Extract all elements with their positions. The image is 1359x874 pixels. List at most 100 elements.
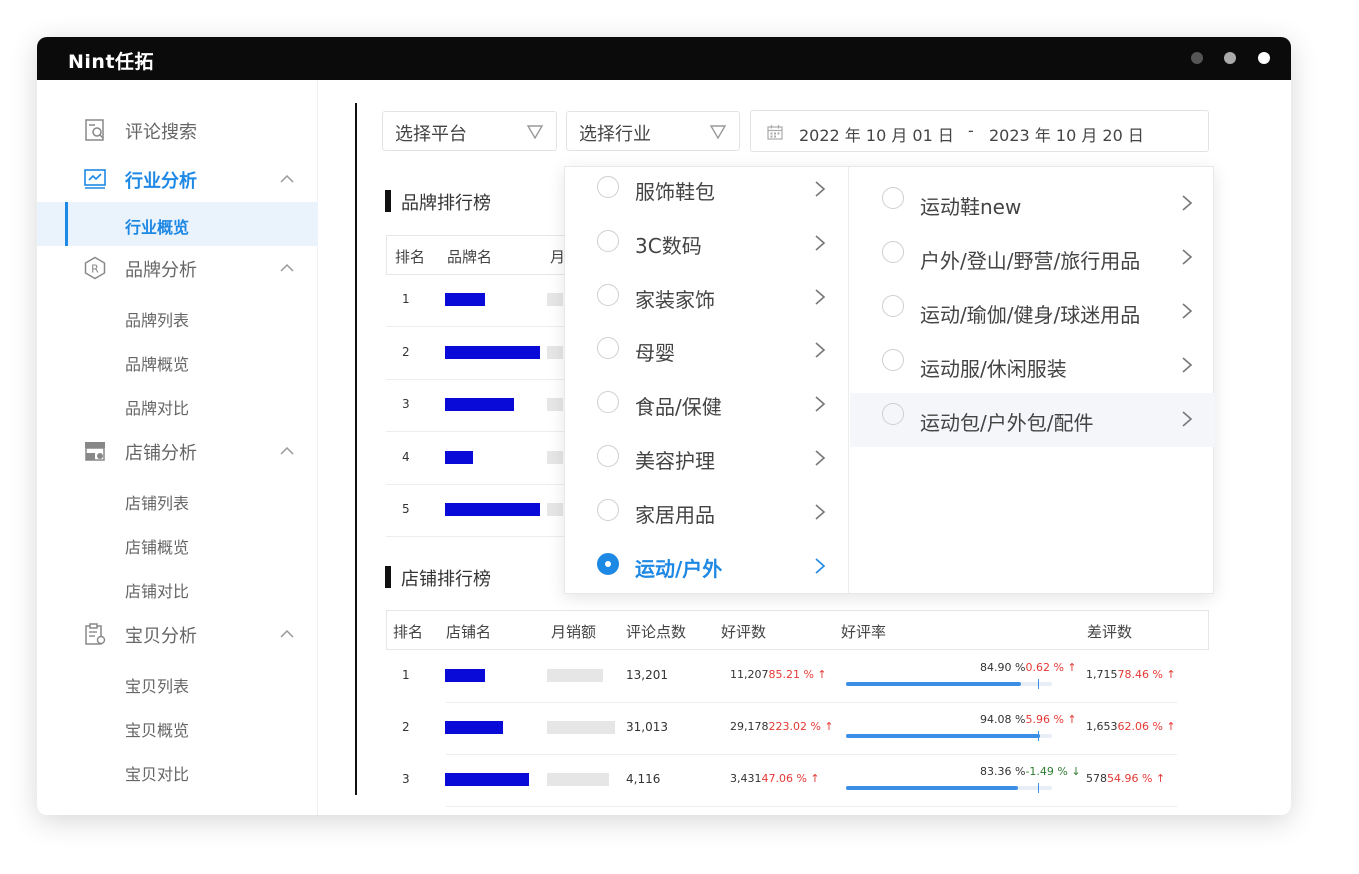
sidebar-item-4-1[interactable]: 宝贝概览 bbox=[37, 705, 318, 749]
radio-button[interactable] bbox=[882, 403, 904, 425]
industry-option-label: 3C数码 bbox=[635, 233, 702, 258]
date-range-picker[interactable]: 2022 年 10 月 01 日 - 2023 年 10 月 20 日 bbox=[750, 110, 1209, 152]
industry-option-4[interactable]: 食品/保健 bbox=[565, 382, 849, 436]
sidebar-item-label: 宝贝概览 bbox=[125, 721, 190, 740]
subindustry-option-4[interactable]: 运动包/户外包/配件 bbox=[850, 393, 1215, 447]
store-header-3: 评论点数 bbox=[626, 623, 687, 641]
sidebar-item-1-0[interactable]: 行业概览 bbox=[37, 202, 318, 246]
bad-count: 1,653 bbox=[1086, 720, 1118, 733]
window-dot-1[interactable] bbox=[1191, 52, 1203, 64]
subindustry-option-0[interactable]: 运动鞋new bbox=[850, 177, 1215, 231]
industry-option-5[interactable]: 美容护理 bbox=[565, 436, 849, 490]
store-table-row[interactable]: 2 31,013 29,178223.02 % ↑ 94.08 %5.96 % ↑ 1,… bbox=[386, 703, 1209, 755]
industry-option-6[interactable]: 家居用品 bbox=[565, 490, 849, 544]
subindustry-option-label: 运动包/户外包/配件 bbox=[920, 411, 1094, 435]
subindustry-option-label: 运动鞋new bbox=[920, 195, 1022, 219]
brand-table-row[interactable]: 1 bbox=[386, 275, 576, 327]
sidebar-group-4[interactable]: 宝贝分析 bbox=[37, 612, 318, 656]
sidebar-item-2-1[interactable]: 品牌概览 bbox=[37, 339, 318, 383]
store-header-4: 好评数 bbox=[721, 623, 767, 641]
sidebar-item-3-0[interactable]: 店铺列表 bbox=[37, 478, 318, 522]
sidebar-group-1[interactable]: 行业分析 bbox=[37, 157, 318, 201]
brand-table-row[interactable]: 4 bbox=[386, 433, 576, 485]
brand-sales-redacted bbox=[547, 398, 563, 411]
bad-count-cell: 1,71578.46 % ↑ bbox=[1086, 668, 1176, 681]
sidebar-group-label: 评论搜索 bbox=[125, 122, 197, 143]
industry-option-2[interactable]: 家装家饰 bbox=[565, 275, 849, 329]
rank-cell: 4 bbox=[402, 449, 410, 464]
brand-table-row[interactable]: 2 bbox=[386, 328, 576, 380]
industry-category-list: 服饰鞋包 3C数码家装家饰 母婴 食品/保健 美容护理 家居用品 运动/户外 bbox=[565, 167, 849, 595]
good-rate-bar bbox=[846, 734, 1052, 738]
radio-button[interactable] bbox=[882, 187, 904, 209]
chevron-right-icon bbox=[1182, 357, 1193, 373]
brand-header-0: 排名 bbox=[395, 248, 426, 266]
industry-option-7[interactable]: 运动/户外 bbox=[565, 544, 849, 598]
content-divider bbox=[355, 103, 357, 795]
sidebar-group-3[interactable]: 店铺分析 bbox=[37, 429, 318, 473]
sidebar-item-2-0[interactable]: 品牌列表 bbox=[37, 295, 318, 339]
sidebar-item-4-2[interactable]: 宝贝对比 bbox=[37, 749, 318, 793]
store-table-row[interactable]: 1 13,201 11,20785.21 % ↑ 84.90 %0.62 % ↑ 1,7… bbox=[386, 651, 1209, 703]
brand-name-redacted bbox=[445, 293, 485, 306]
good-rate-bar bbox=[846, 682, 1052, 686]
sidebar-group-2[interactable]: R 品牌分析 bbox=[37, 246, 318, 290]
triangle-down-icon bbox=[526, 125, 544, 140]
subindustry-option-label: 运动服/休闲服装 bbox=[920, 357, 1067, 381]
platform-select-label: 选择平台 bbox=[395, 124, 467, 145]
rank-cell: 3 bbox=[402, 397, 410, 411]
subindustry-option-label: 户外/登山/野营/旅行用品 bbox=[920, 249, 1141, 273]
sidebar-item-label: 店铺概览 bbox=[125, 538, 190, 557]
sidebar-group-0[interactable]: 评论搜索 bbox=[37, 108, 318, 152]
radio-button[interactable] bbox=[597, 445, 619, 467]
good-rate: 83.36 % bbox=[980, 765, 1026, 778]
chevron-right-icon bbox=[815, 557, 826, 574]
sidebar-item-label: 行业概览 bbox=[125, 218, 190, 237]
brand-table-row[interactable]: 3 bbox=[386, 380, 576, 432]
good-count: 29,178 bbox=[730, 720, 769, 733]
radio-button[interactable] bbox=[882, 295, 904, 317]
radio-button[interactable] bbox=[597, 391, 619, 414]
window-dot-2[interactable] bbox=[1224, 52, 1236, 64]
industry-select[interactable]: 选择行业 bbox=[566, 111, 740, 151]
sidebar-item-label: 品牌列表 bbox=[125, 311, 190, 330]
store-table-row[interactable]: 3 4,116 3,43147.06 % ↑ 83.36 %-1.49 % ↓ 5785… bbox=[386, 755, 1209, 807]
bad-count-cell: 57854.96 % ↑ bbox=[1086, 772, 1165, 785]
store-name-redacted bbox=[445, 721, 503, 734]
radio-button[interactable] bbox=[597, 283, 619, 306]
good-rate-cell: 84.90 %0.62 % ↑ bbox=[980, 661, 1077, 674]
brand-name-redacted bbox=[445, 503, 540, 516]
sidebar-item-2-2[interactable]: 品牌对比 bbox=[37, 383, 318, 427]
subindustry-option-2[interactable]: 运动/瑜伽/健身/球迷用品 bbox=[850, 285, 1215, 339]
store-name-redacted bbox=[445, 669, 485, 682]
store-sales-redacted bbox=[547, 669, 603, 682]
chevron-up-icon bbox=[280, 446, 294, 455]
sidebar-item-4-0[interactable]: 宝贝列表 bbox=[37, 661, 318, 705]
good-rate-bar-fill bbox=[846, 786, 1018, 790]
radio-button[interactable] bbox=[597, 176, 619, 198]
sidebar-item-label: 品牌对比 bbox=[125, 399, 190, 418]
triangle-down-icon bbox=[709, 125, 727, 140]
good-rate-cell: 94.08 %5.96 % ↑ bbox=[980, 713, 1077, 726]
radio-button[interactable] bbox=[597, 498, 619, 521]
window-dot-3[interactable] bbox=[1258, 52, 1270, 64]
radio-button[interactable] bbox=[882, 241, 904, 263]
title-bar: Nint任拓 bbox=[37, 37, 1291, 80]
sidebar-item-3-1[interactable]: 店铺概览 bbox=[37, 522, 318, 566]
industry-option-1[interactable]: 3C数码 bbox=[565, 221, 849, 275]
sidebar-item-3-2[interactable]: 店铺对比 bbox=[37, 566, 318, 610]
subindustry-option-1[interactable]: 户外/登山/野营/旅行用品 bbox=[850, 231, 1215, 285]
date-start[interactable]: 2022 年 10 月 01 日 bbox=[799, 122, 954, 146]
industry-option-3[interactable]: 母婴 bbox=[565, 328, 849, 382]
platform-select[interactable]: 选择平台 bbox=[382, 111, 557, 151]
brand-table-row[interactable]: 5 bbox=[386, 485, 576, 537]
comment-count: 13,201 bbox=[626, 668, 668, 682]
radio-button[interactable] bbox=[597, 229, 619, 252]
row-divider bbox=[386, 536, 576, 537]
radio-button[interactable] bbox=[597, 337, 619, 360]
industry-option-0[interactable]: 服饰鞋包 bbox=[565, 167, 849, 221]
subindustry-option-3[interactable]: 运动服/休闲服装 bbox=[850, 339, 1215, 393]
date-end[interactable]: 2023 年 10 月 20 日 bbox=[989, 122, 1144, 146]
radio-button[interactable] bbox=[597, 552, 619, 575]
radio-button[interactable] bbox=[882, 349, 904, 371]
